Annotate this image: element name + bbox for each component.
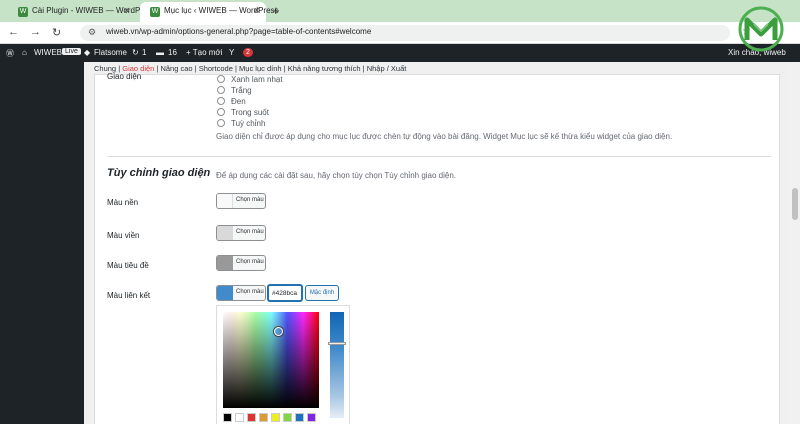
radio-circle[interactable] [217,108,225,116]
browser-tab[interactable]: W Cài Plugin - WIWEB — WordPres ✕ [8,2,151,22]
site-info-icon[interactable]: ⚙ [88,27,96,38]
new-content-menu[interactable]: + Tạo mới [186,48,222,57]
palette-swatch[interactable] [235,413,244,422]
palette-swatch[interactable] [295,413,304,422]
browser-tab-title: Cài Plugin - WIWEB — WordPres [32,6,152,15]
subnav-item-shortcode[interactable]: Shortcode [199,64,233,73]
choose-color-label: Chọn màu [236,197,264,203]
theme-radio[interactable]: Trắng [217,86,252,95]
browser-tab-title: Mục lục ‹ WIWEB — WordPress [164,6,279,15]
updates-icon[interactable]: ↻ [132,48,139,57]
color-swatch [217,194,233,208]
background-color-button[interactable]: Chọn màu [216,193,266,209]
choose-color-label: Chọn màu [236,229,264,235]
browser-toolbar: ← → ↻ ⚙ wiweb.vn/wp-admin/options-genera… [0,22,800,44]
color-swatch [217,226,233,240]
hue-slider-handle[interactable] [328,342,346,345]
color-swatch [217,286,233,300]
live-badge: Live [62,48,81,55]
url-text: wiweb.vn/wp-admin/options-general.php?pa… [106,27,372,36]
radio-label: Tuỳ chỉnh [231,119,266,128]
subnav-item-import-export[interactable]: Nhập / Xuất [367,64,407,73]
choose-color-label: Chọn màu [236,289,264,295]
site-name[interactable]: WIWEB [34,48,62,57]
home-icon[interactable]: ⌂ [22,48,27,57]
custom-theme-description: Để áp dụng các cài đặt sau, hãy chọn tùy… [216,171,457,180]
divider [107,156,771,157]
palette-swatch[interactable] [307,413,316,422]
theme-radio[interactable]: Tuỳ chỉnh [217,119,265,128]
radio-circle[interactable] [217,97,225,105]
custom-theme-title: Tùy chỉnh giao diện [107,167,211,179]
close-tab-icon[interactable]: ✕ [123,6,130,15]
radio-label: Trắng [231,86,252,95]
palette-swatch[interactable] [259,413,268,422]
settings-panel: Giao diện Xanh lam nhạt Trắng Đen Trong … [94,72,780,424]
palette-swatch[interactable] [283,413,292,422]
close-tab-icon[interactable]: ✕ [253,6,260,15]
admin-sidebar [0,62,84,424]
palette-swatch[interactable] [247,413,256,422]
default-color-button[interactable]: Mặc định [305,285,339,301]
radio-label: Trong suốt [231,108,269,117]
color-picker [216,305,350,424]
forward-icon[interactable]: → [30,26,41,38]
wiweb-favicon-icon: W [18,7,28,17]
choose-color-label: Chọn màu [236,259,264,265]
main-content: Chung | Giao diện | Nâng cao | Shortcode… [84,62,790,424]
picker-cursor[interactable] [274,327,283,336]
theme-radio[interactable]: Trong suốt [217,108,269,117]
theme-menu[interactable]: Flatsome [94,48,127,57]
theme-radio[interactable]: Xanh lam nhạt [217,75,283,84]
radio-circle[interactable] [217,86,225,94]
subnav-item-compat[interactable]: Khả năng tương thích [288,64,361,73]
wiweb-logo-icon [738,6,784,52]
palette-swatch[interactable] [271,413,280,422]
color-swatch [217,256,233,270]
hue-slider[interactable] [330,312,344,418]
browser-tab-strip: W Cài Plugin - WIWEB — WordPres ✕ W Mục … [0,0,800,22]
back-icon[interactable]: ← [8,26,19,38]
wp-admin-bar: Ⓦ ⌂ WIWEB Live ◆ Flatsome ↻ 1 ▬ 16 + Tạo… [0,44,800,62]
address-bar[interactable]: ⚙ wiweb.vn/wp-admin/options-general.php?… [80,25,730,41]
border-color-button[interactable]: Chọn màu [216,225,266,241]
saturation-square[interactable] [223,312,319,408]
new-tab-icon[interactable]: + [272,3,280,18]
flatsome-icon: ◆ [84,48,91,57]
reload-icon[interactable]: ↻ [52,26,61,39]
subnav-item-advanced[interactable]: Nâng cao [160,64,192,73]
palette-swatch[interactable] [223,413,232,422]
background-color-label: Màu nền [107,198,139,207]
comments-count: 16 [168,48,177,57]
link-color-label: Màu liên kết [107,291,151,300]
radio-circle[interactable] [217,75,225,83]
browser-tab-active[interactable]: W Mục lục ‹ WIWEB — WordPress ✕ [140,2,279,22]
yoast-icon[interactable]: Y [229,48,234,57]
theme-label: Giao diện [107,72,142,81]
page-scrollbar[interactable] [790,62,800,424]
theme-description: Giao diện chỉ được áp dụng cho mục lục đ… [216,132,673,141]
scrollbar-thumb[interactable] [792,188,798,220]
yoast-badge: 2 [243,48,253,57]
wordpress-logo-icon[interactable]: Ⓦ [6,48,14,59]
comments-icon[interactable]: ▬ [156,48,164,57]
wiweb-favicon-icon: W [150,7,160,17]
title-color-label: Màu tiêu đề [107,261,149,270]
subnav-item-sticky[interactable]: Mục lục dính [239,64,282,73]
radio-label: Xanh lam nhạt [231,75,283,84]
theme-radio[interactable]: Đen [217,97,246,106]
radio-circle[interactable] [217,119,225,127]
title-color-button[interactable]: Chọn màu [216,255,266,271]
updates-count: 1 [142,48,147,57]
link-color-button[interactable]: Chọn màu [216,285,266,301]
border-color-label: Màu viền [107,231,140,240]
radio-label: Đen [231,97,246,106]
hex-color-input[interactable]: #428bca [268,285,302,301]
